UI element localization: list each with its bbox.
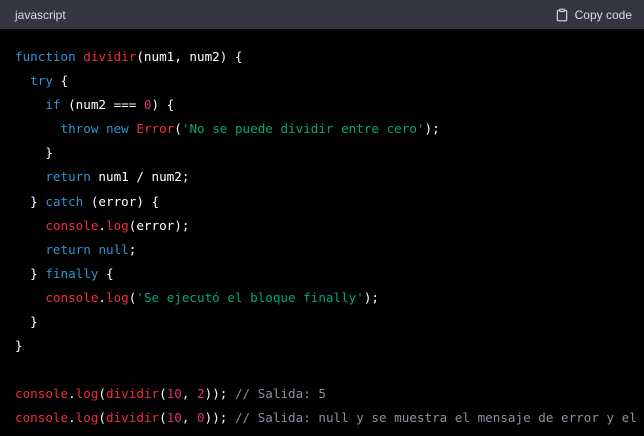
code-token: . [98, 289, 107, 305]
code-token: dividir [106, 410, 160, 426]
code-token: ); [424, 121, 440, 137]
code-token: console [15, 410, 69, 426]
code-token: console [45, 289, 99, 305]
code-token: catch [45, 193, 84, 209]
clipboard-icon [555, 8, 569, 22]
code-line: console.log('Se ejecutó el bloque finall… [15, 286, 644, 310]
code-token: (error); [128, 217, 190, 233]
code-line: throw new Error('No se puede dividir ent… [15, 117, 644, 141]
code-token: dividir [83, 49, 137, 64]
code-token: } [15, 338, 23, 354]
code-content: function dividir(num1, num2) { try { if … [0, 29, 644, 436]
code-token: if [45, 97, 61, 113]
code-token: log [75, 386, 99, 402]
code-line: return null; [15, 238, 644, 262]
code-token: } [15, 193, 46, 209]
code-token: 0 [197, 410, 205, 426]
code-token: )); [204, 386, 228, 402]
code-token: , [181, 410, 198, 426]
code-token: finally [45, 265, 99, 281]
code-token: null [98, 241, 129, 257]
code-token: 0 [143, 97, 152, 113]
code-token: (num1, num2) { [136, 49, 243, 64]
code-token: ( [159, 410, 167, 426]
code-token: console [45, 217, 99, 233]
code-token: 10 [166, 386, 182, 402]
code-token: { [98, 265, 114, 281]
code-line: console.log(dividir(10, 2)); // Salida: … [15, 382, 644, 406]
copy-code-label: Copy code [574, 7, 632, 22]
code-token: try [30, 73, 53, 89]
code-line: console.log(dividir(10, 0)); // Salida: … [15, 406, 644, 430]
code-block: javascript Copy code function dividir(nu… [0, 0, 644, 436]
code-token: (num2 === [60, 97, 144, 113]
code-line: } catch (error) { [15, 190, 644, 214]
code-token: log [106, 289, 129, 305]
code-line: console.log(error); [15, 214, 644, 238]
code-token: // Salida: 5 [227, 386, 326, 402]
code-token: ; [128, 241, 137, 257]
code-token: return [45, 169, 91, 185]
code-token: function [15, 49, 76, 64]
code-token: , [181, 386, 198, 402]
code-token: ( [159, 386, 167, 402]
code-token: log [75, 410, 99, 426]
code-line: function dividir(num1, num2) { [15, 45, 644, 69]
code-token: throw [60, 121, 99, 137]
code-token: 'No se puede dividir entre cero' [181, 121, 425, 137]
code-line: return num1 / num2; [15, 165, 644, 189]
code-token: { [52, 73, 69, 89]
code-token: // Salida: null y se muestra el mensaje … [227, 410, 637, 426]
code-token: log [106, 217, 129, 233]
copy-code-button[interactable]: Copy code [555, 8, 632, 22]
code-token: (error) { [83, 193, 160, 209]
code-token: dividir [106, 386, 160, 402]
code-token: num1 / num2; [90, 169, 190, 185]
code-token: 'Se ejecutó el bloque finally' [136, 289, 364, 305]
code-token: new [106, 121, 129, 137]
code-token: ( [98, 410, 107, 426]
code-token: ) { [151, 97, 175, 113]
code-token: console [15, 386, 69, 402]
language-label: javascript [15, 7, 66, 22]
code-token: . [98, 217, 107, 233]
code-token: } [15, 145, 53, 161]
code-token: return [45, 241, 91, 257]
code-token: 10 [166, 410, 182, 426]
code-line: } [15, 141, 644, 165]
code-line: } finally { [15, 262, 644, 286]
code-token: } [15, 314, 38, 330]
code-token: ); [363, 289, 379, 305]
code-token: . [68, 386, 76, 402]
code-line: } [15, 334, 644, 358]
code-token: } [15, 265, 46, 281]
code-line: } [15, 310, 644, 334]
code-line: if (num2 === 0) { [15, 93, 644, 117]
code-token: Error [136, 121, 175, 137]
code-block-header: javascript Copy code [0, 0, 644, 29]
code-token: ( [174, 121, 182, 137]
code-token: 2 [197, 386, 205, 402]
code-token: ( [98, 386, 107, 402]
code-token: )); [204, 410, 228, 426]
code-token: . [68, 410, 76, 426]
code-line: try { [15, 69, 644, 93]
